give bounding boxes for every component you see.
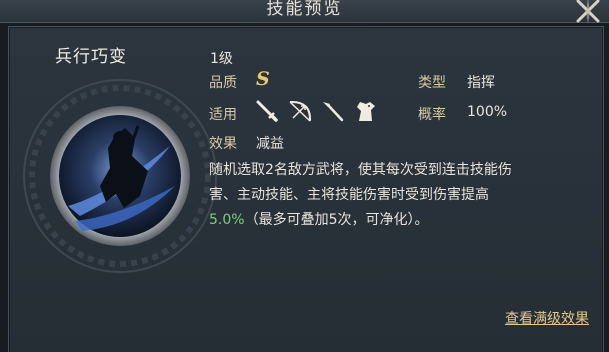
skill-description: 随机选取2名敌方武将，使其每次受到连击技能伤 害、主动技能、主将技能伤害时受到伤… xyxy=(209,158,589,233)
type-value: 指挥 xyxy=(467,75,495,91)
rate-label: 概率 xyxy=(418,107,446,123)
skill-name: 兵行巧变 xyxy=(55,47,127,67)
skill-level: 1级 xyxy=(210,51,233,67)
view-full-level-effect-link[interactable]: 查看满级效果 xyxy=(505,308,589,328)
close-icon xyxy=(576,0,600,24)
dialog-title: 技能预览 xyxy=(266,0,343,19)
effect-value: 减益 xyxy=(256,136,284,152)
skill-emblem xyxy=(20,76,220,276)
skill-preview-dialog: 技能预览 兵行巧变 1级 品质 S 类型 指挥 适用 概率 100% 效果 减益… xyxy=(0,0,609,352)
quality-value: S xyxy=(256,68,270,90)
spear-icon xyxy=(320,99,346,123)
effect-label: 效果 xyxy=(209,136,237,152)
description-line-3: 5.0%（最多可叠加5次，可净化）。 xyxy=(209,208,589,233)
description-line-1: 随机选取2名敌方武将，使其每次受到连击技能伤 xyxy=(209,162,512,178)
description-tail: （最多可叠加5次，可净化）。 xyxy=(244,212,429,228)
damage-increase-percent: 5.0% xyxy=(209,212,245,228)
close-button[interactable] xyxy=(573,0,603,24)
horse-icon xyxy=(353,99,379,123)
skill-emblem-art xyxy=(23,79,217,273)
rate-value: 100% xyxy=(467,104,508,120)
bow-icon xyxy=(287,99,313,123)
applicable-label: 适用 xyxy=(209,107,237,123)
quality-label: 品质 xyxy=(209,75,237,91)
sword-icon xyxy=(254,99,280,123)
type-label: 类型 xyxy=(418,75,446,91)
description-line-2: 害、主动技能、主将技能伤害时受到伤害提高 xyxy=(209,187,489,203)
